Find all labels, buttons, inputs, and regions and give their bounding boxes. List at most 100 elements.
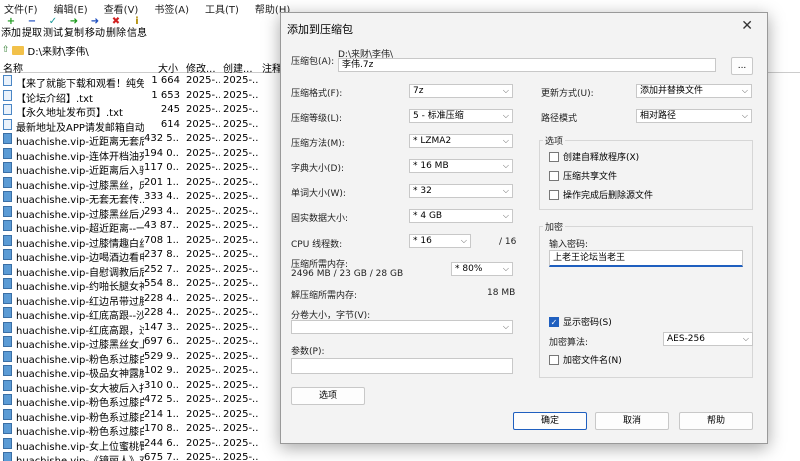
format-label: 压缩格式(F):	[291, 89, 343, 99]
toolbar-button-2[interactable]: ✓ 测试	[43, 16, 63, 42]
checkmark-icon: ✓	[549, 316, 559, 327]
file-size: 228 4...	[144, 292, 180, 304]
encrypt-names-checkbox[interactable]: 加密文件名(N)	[549, 353, 622, 366]
memcomp-pct-select[interactable]: * 80% ⌵	[451, 262, 513, 276]
memcomp-pct-value: * 80%	[455, 264, 483, 274]
archive-name-input[interactable]: 李伟.7z	[338, 58, 716, 72]
close-icon[interactable]: ✕	[741, 18, 753, 34]
update-select[interactable]: 添加并替换文件 ⌵	[636, 84, 752, 98]
toolbar-button-label: 添加	[1, 28, 21, 39]
file-size: 245	[160, 104, 180, 115]
format-select[interactable]: 7z ⌵	[409, 84, 513, 98]
menu-view[interactable]: 查看(V)	[104, 1, 139, 16]
image-file-icon	[3, 263, 12, 275]
dialog-title: 添加到压缩包	[287, 23, 353, 36]
enc-method-select[interactable]: AES-256 ⌵	[663, 332, 753, 346]
checkbox-icon	[549, 354, 559, 365]
threads-value: * 16	[413, 236, 432, 246]
threads-select[interactable]: * 16 ⌵	[409, 234, 471, 248]
word-select[interactable]: * 32 ⌵	[409, 184, 513, 198]
column-name[interactable]: 名称	[3, 60, 23, 75]
solid-select[interactable]: * 4 GB ⌵	[409, 209, 513, 223]
file-modified: 2025-...	[186, 336, 220, 347]
image-file-icon	[3, 191, 12, 202]
toolbar-button-6[interactable]: i 信息	[127, 16, 147, 42]
file-size: 194 0...	[144, 147, 180, 159]
solid-label: 固实数据大小:	[291, 214, 349, 224]
chevron-down-icon: ⌵	[741, 86, 748, 95]
path-label: 路径模式	[541, 114, 578, 124]
file-size: 117 0...	[144, 162, 180, 173]
column-comment[interactable]: 注释	[262, 60, 282, 75]
update-value: 添加并替换文件	[640, 86, 704, 96]
toolbar-button-1[interactable]: − 提取	[22, 16, 42, 42]
menu-edit[interactable]: 编辑(E)	[54, 1, 88, 16]
menu-tools[interactable]: 工具(T)	[205, 1, 239, 16]
file-size: 697 6...	[144, 336, 180, 347]
shared-checkbox[interactable]: 压缩共享文件	[549, 169, 617, 182]
file-modified: 2025-...	[186, 278, 220, 289]
method-select[interactable]: * LZMA2 ⌵	[409, 134, 513, 148]
add-to-archive-dialog: 添加到压缩包 ✕ 压缩包(A): D:\来财\李伟\ 李伟.7z ... 压缩格…	[280, 12, 768, 444]
toolbar-button-label: 复制	[64, 28, 84, 39]
file-size: 708 1...	[144, 234, 180, 246]
toolbar-button-4[interactable]: ➜ 移动	[85, 16, 105, 42]
column-size[interactable]: 大小	[158, 60, 178, 75]
toolbar-button-3[interactable]: ➜ 复制	[64, 16, 84, 42]
help-button[interactable]: 帮助	[679, 412, 753, 430]
level-select[interactable]: 5 - 标准压缩 ⌵	[409, 109, 513, 123]
toolbar-button-label: 提取	[22, 28, 42, 39]
up-folder-icon[interactable]: ⇧	[2, 45, 10, 55]
text-file-icon	[3, 104, 12, 115]
file-created: 2025-...	[223, 278, 259, 289]
menu-bookmarks[interactable]: 书签(A)	[154, 1, 189, 16]
file-modified: 2025-...	[186, 133, 220, 144]
browse-button[interactable]: ...	[731, 57, 753, 75]
file-created: 2025-...	[223, 176, 259, 188]
file-modified: 2025-...	[186, 89, 220, 101]
file-created: 2025-...	[223, 104, 259, 115]
path-select[interactable]: 相对路径 ⌵	[636, 109, 752, 123]
password-input[interactable]: 上老王论坛当老王	[549, 250, 743, 267]
file-modified: 2025-...	[186, 191, 220, 202]
image-file-icon	[3, 292, 12, 304]
shared-label: 压缩共享文件	[563, 172, 618, 182]
image-file-icon	[3, 437, 12, 449]
image-file-icon	[3, 220, 12, 231]
file-size: 529 9...	[144, 350, 180, 362]
file-modified: 2025-...	[186, 350, 220, 362]
file-size: 333 4...	[144, 191, 180, 202]
file-size: 310 0...	[144, 379, 180, 391]
file-size: 1 653	[151, 89, 180, 101]
file-modified: 2025-...	[186, 176, 220, 188]
file-created: 2025-...	[223, 437, 259, 449]
image-file-icon	[3, 394, 12, 405]
params-input[interactable]	[291, 358, 513, 374]
delete-checkbox[interactable]: 操作完成后删除源文件	[549, 188, 653, 201]
memdecomp-label: 解压缩所需内存:	[291, 291, 358, 301]
table-row[interactable]: huachishe.vip-《镜丽人》对...675 7... 2025-...2…	[0, 451, 800, 461]
chevron-down-icon: ⌵	[502, 322, 509, 331]
file-created: 2025-...	[223, 336, 259, 347]
image-file-icon	[3, 423, 12, 434]
toolbar-button-0[interactable]: + 添加	[1, 16, 21, 42]
toolbar-button-label: 移动	[85, 28, 105, 39]
file-created: 2025-...	[223, 133, 259, 144]
menu-file[interactable]: 文件(F)	[4, 1, 38, 16]
column-created[interactable]: 创建...	[223, 60, 253, 75]
toolbar-button-5[interactable]: ✖ 删除	[106, 16, 126, 42]
sfx-checkbox[interactable]: 创建自释放程序(X)	[549, 150, 639, 163]
params-label: 参数(P):	[291, 347, 325, 357]
column-modified[interactable]: 修改...	[186, 60, 216, 75]
split-select[interactable]: ⌵	[291, 320, 513, 334]
cancel-button[interactable]: 取消	[595, 412, 669, 430]
show-password-checkbox[interactable]: ✓ 显示密码(S)	[549, 315, 612, 328]
method-label: 压缩方法(M):	[291, 139, 345, 149]
file-created: 2025-...	[223, 263, 259, 275]
ok-button[interactable]: 确定	[513, 412, 587, 430]
options-button[interactable]: 选项	[291, 387, 365, 405]
file-created: 2025-...	[223, 249, 259, 260]
file-created: 2025-...	[223, 191, 259, 202]
dict-select[interactable]: * 16 MB ⌵	[409, 159, 513, 173]
address-path[interactable]: D:\来财\李伟\	[28, 43, 89, 58]
